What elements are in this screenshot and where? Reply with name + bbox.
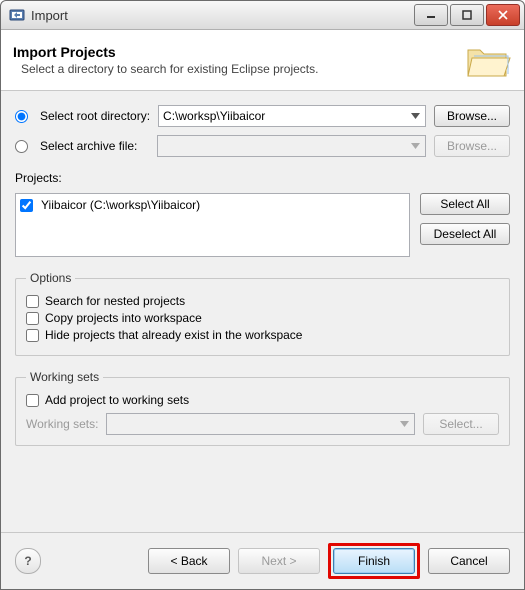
add-working-set-label: Add project to working sets	[45, 393, 189, 407]
nested-label: Search for nested projects	[45, 294, 185, 308]
options-legend: Options	[26, 271, 75, 285]
import-dialog: Import Import Projects Select a director…	[0, 0, 525, 590]
next-button: Next >	[238, 548, 320, 574]
archive-row: Select archive file: Browse...	[15, 135, 510, 157]
working-sets-group: Working sets Add project to working sets…	[15, 370, 510, 446]
wizard-banner: Import Projects Select a directory to se…	[1, 30, 524, 91]
root-dir-input[interactable]	[158, 105, 426, 127]
root-dir-label: Select root directory:	[40, 109, 150, 123]
nested-checkbox[interactable]	[26, 295, 39, 308]
title-bar: Import	[1, 1, 524, 30]
dialog-body: Select root directory: Browse... Select …	[1, 91, 524, 532]
back-button[interactable]: < Back	[148, 548, 230, 574]
minimize-button[interactable]	[414, 4, 448, 26]
working-sets-legend: Working sets	[26, 370, 103, 384]
finish-button[interactable]: Finish	[333, 548, 415, 574]
help-icon: ?	[24, 554, 31, 568]
project-name: Yiibaicor (C:\worksp\Yiibaicor)	[41, 198, 200, 212]
select-all-button[interactable]: Select All	[420, 193, 510, 215]
projects-list[interactable]: Yiibaicor (C:\worksp\Yiibaicor)	[15, 193, 410, 257]
working-sets-input	[106, 413, 415, 435]
maximize-button[interactable]	[450, 4, 484, 26]
working-sets-label: Working sets:	[26, 417, 98, 431]
hide-checkbox[interactable]	[26, 329, 39, 342]
projects-label: Projects:	[15, 171, 510, 185]
archive-radio[interactable]	[15, 140, 28, 153]
archive-input	[157, 135, 426, 157]
browse-root-button[interactable]: Browse...	[434, 105, 510, 127]
app-icon	[9, 7, 25, 23]
folder-icon	[464, 40, 512, 80]
add-working-set-checkbox[interactable]	[26, 394, 39, 407]
copy-label: Copy projects into workspace	[45, 311, 202, 325]
archive-label: Select archive file:	[40, 139, 137, 153]
projects-area: Yiibaicor (C:\worksp\Yiibaicor) Select A…	[15, 193, 510, 257]
select-working-set-button: Select...	[423, 413, 499, 435]
browse-archive-button: Browse...	[434, 135, 510, 157]
window-buttons	[414, 4, 520, 26]
options-group: Options Search for nested projects Copy …	[15, 271, 510, 356]
root-dir-radio[interactable]	[15, 110, 28, 123]
hide-label: Hide projects that already exist in the …	[45, 328, 302, 342]
deselect-all-button[interactable]: Deselect All	[420, 223, 510, 245]
banner-heading: Import Projects	[13, 44, 452, 60]
close-button[interactable]	[486, 4, 520, 26]
root-dir-row: Select root directory: Browse...	[15, 105, 510, 127]
finish-highlight: Finish	[328, 543, 420, 579]
copy-checkbox[interactable]	[26, 312, 39, 325]
banner-subtext: Select a directory to search for existin…	[13, 62, 452, 76]
project-checkbox[interactable]	[20, 199, 33, 212]
working-sets-combo	[106, 413, 415, 435]
archive-combo	[157, 135, 426, 157]
help-button[interactable]: ?	[15, 548, 41, 574]
root-dir-combo[interactable]	[158, 105, 426, 127]
cancel-button[interactable]: Cancel	[428, 548, 510, 574]
list-item[interactable]: Yiibaicor (C:\worksp\Yiibaicor)	[20, 198, 405, 212]
dialog-footer: ? < Back Next > Finish Cancel	[1, 532, 524, 589]
window-title: Import	[31, 8, 414, 23]
